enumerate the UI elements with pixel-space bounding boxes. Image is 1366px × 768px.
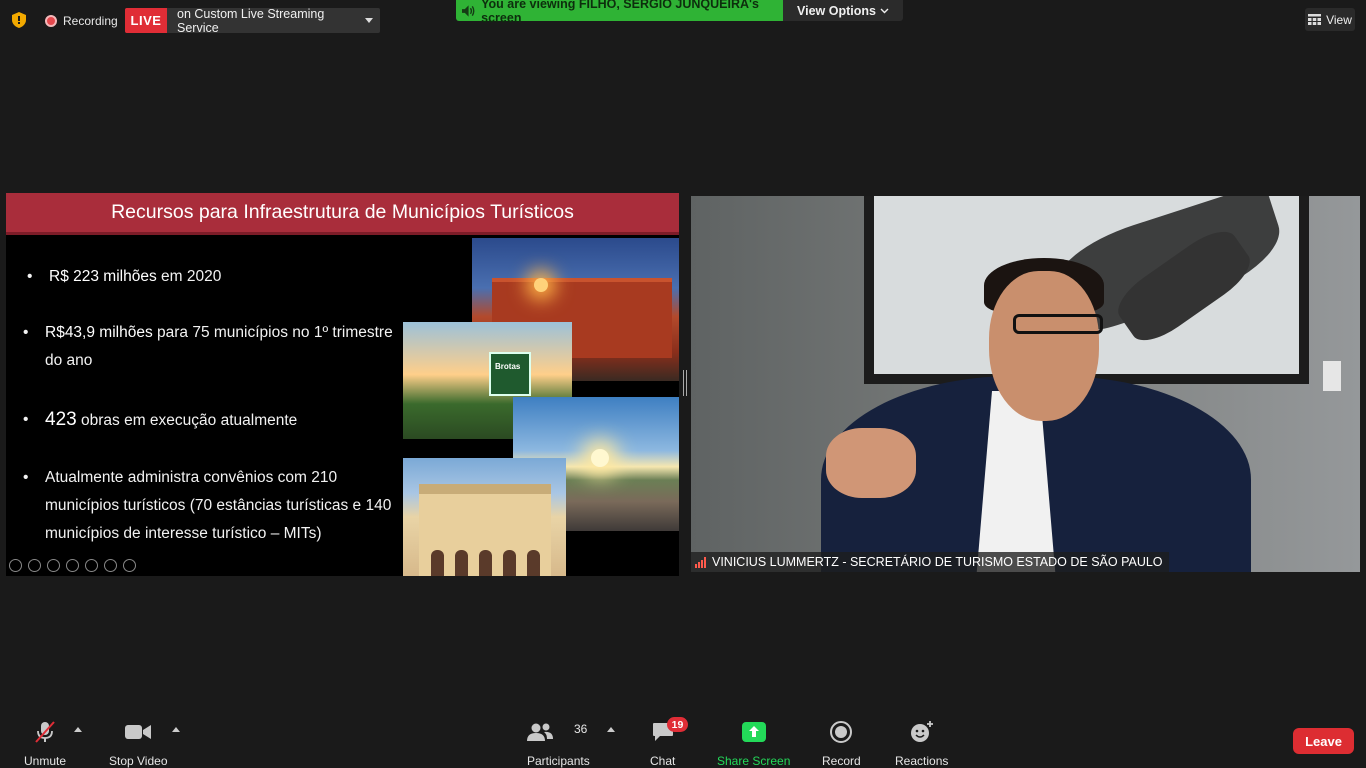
chat-label: Chat xyxy=(650,754,676,768)
view-options-button[interactable]: View Options xyxy=(783,0,903,21)
unmute-button[interactable]: Unmute xyxy=(24,720,66,768)
live-badge: LIVE xyxy=(125,8,167,33)
reactions-smiley-icon xyxy=(910,721,933,742)
brotas-sign-text: Brotas xyxy=(495,362,521,371)
share-screen-label: Share Screen xyxy=(717,754,791,768)
participants-options-icon[interactable] xyxy=(607,727,615,732)
viewing-text: You are viewing FILHO, SERGIO JUNQUEIRA'… xyxy=(481,0,759,25)
view-button[interactable]: View xyxy=(1305,8,1355,31)
subtitles-icon[interactable] xyxy=(104,559,117,572)
slide-nav-toolbar[interactable] xyxy=(9,559,136,572)
live-service-label: on Custom Live Streaming Service xyxy=(177,6,325,35)
participant-name-tag: VINICIUS LUMMERTZ - SECRETÁRIO DE TURISM… xyxy=(691,552,1169,572)
signal-strength-icon xyxy=(695,556,706,568)
security-shield-icon[interactable] xyxy=(12,12,26,28)
audio-options-icon[interactable] xyxy=(74,727,82,732)
record-button[interactable]: Record xyxy=(822,720,861,768)
slide-bullet-3: • 423 obras em execução atualmente xyxy=(23,409,298,430)
slide-title: Recursos para Infraestrutura de Municípi… xyxy=(6,193,679,235)
dropdown-caret-icon xyxy=(365,18,373,23)
participants-count: 36 xyxy=(574,722,588,736)
reactions-button[interactable]: Reactions xyxy=(895,720,948,768)
reactions-label: Reactions xyxy=(895,754,949,768)
participants-icon xyxy=(527,723,554,741)
slide-bullet-2: • R$43,9 milhões para 75 municípios no 1… xyxy=(23,324,393,369)
live-stream-dropdown[interactable]: LIVE on Custom Live Streaming Service xyxy=(125,6,380,35)
record-label: Record xyxy=(822,754,861,768)
slides-icon[interactable] xyxy=(66,559,79,572)
next-slide-icon[interactable] xyxy=(28,559,41,572)
view-options-label: View Options xyxy=(797,3,876,18)
video-options-icon[interactable] xyxy=(172,727,180,732)
video-camera-icon xyxy=(125,725,152,739)
participants-label: Participants xyxy=(527,754,590,768)
chevron-down-icon xyxy=(880,8,889,13)
speaker-icon xyxy=(462,4,475,17)
view-label: View xyxy=(1326,12,1352,27)
unmute-label: Unmute xyxy=(24,754,67,768)
participant-video[interactable]: VINICIUS LUMMERTZ - SECRETÁRIO DE TURISM… xyxy=(691,196,1360,572)
share-screen-icon xyxy=(741,722,766,742)
slide-bullet-1: • R$ 223 milhões em 2020 xyxy=(27,268,222,285)
slide-photo-theater xyxy=(403,458,566,576)
slide-bullet-4: • Atualmente administra convênios com 21… xyxy=(23,469,392,542)
record-icon xyxy=(830,721,853,743)
pen-icon[interactable] xyxy=(47,559,60,572)
muted-mic-icon xyxy=(35,721,55,743)
leave-button[interactable]: Leave xyxy=(1293,728,1354,754)
chat-unread-badge: 19 xyxy=(667,717,688,732)
recording-indicator[interactable]: Recording xyxy=(45,12,118,29)
stop-video-label: Stop Video xyxy=(109,754,168,768)
zoom-icon[interactable] xyxy=(85,559,98,572)
stop-video-button[interactable]: Stop Video xyxy=(109,720,168,768)
shared-screen[interactable]: Recursos para Infraestrutura de Municípi… xyxy=(6,193,679,576)
participant-name: VINICIUS LUMMERTZ - SECRETÁRIO DE TURISM… xyxy=(712,555,1163,569)
record-dot-icon xyxy=(45,14,57,27)
grid-view-icon xyxy=(1308,14,1322,25)
prev-slide-icon[interactable] xyxy=(9,559,22,572)
split-divider-handle[interactable] xyxy=(683,370,687,396)
more-icon[interactable] xyxy=(123,559,136,572)
share-screen-button[interactable]: Share Screen xyxy=(717,720,790,768)
recording-label: Recording xyxy=(63,13,118,28)
viewing-banner: You are viewing FILHO, SERGIO JUNQUEIRA'… xyxy=(456,0,783,25)
